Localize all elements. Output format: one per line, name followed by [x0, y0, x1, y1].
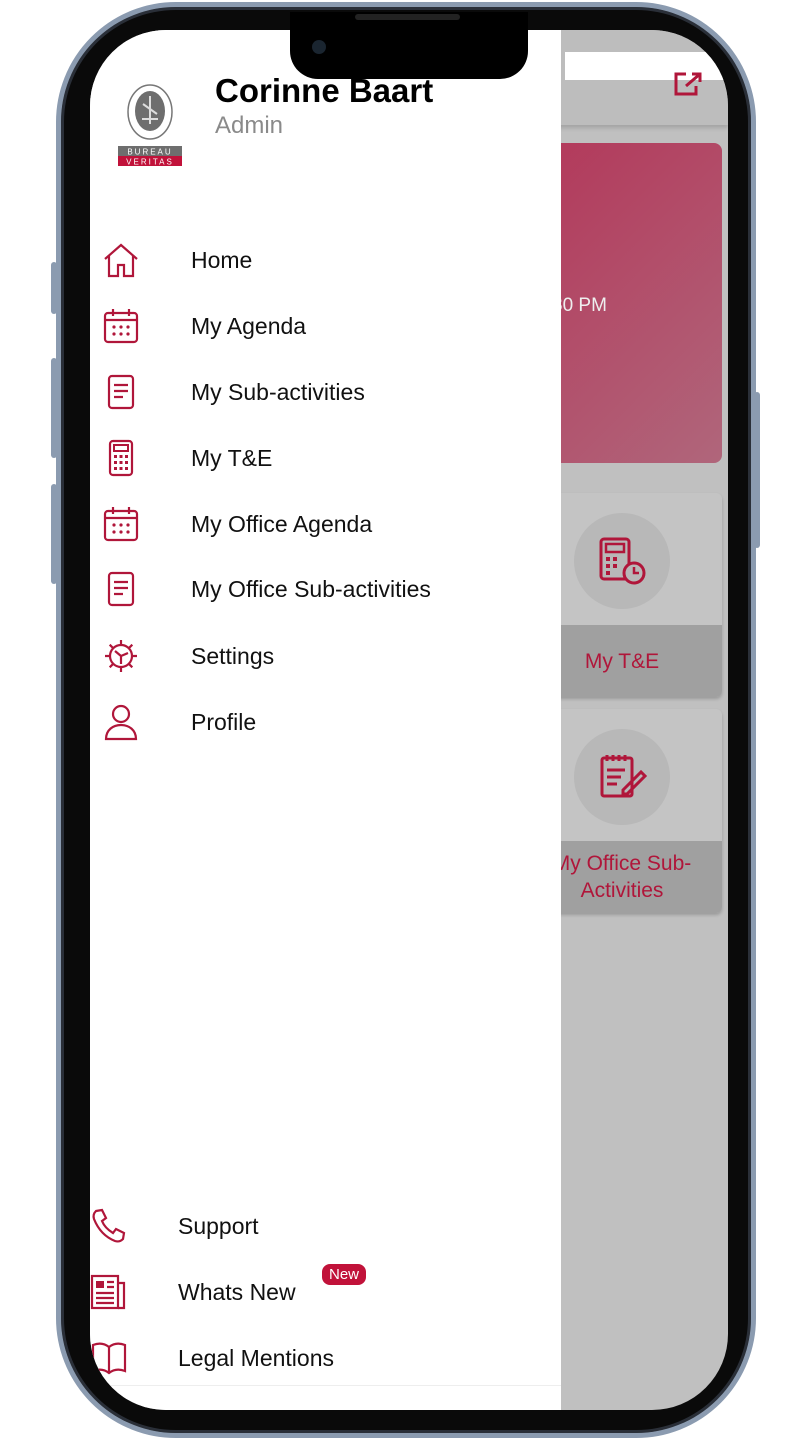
book-icon	[90, 1339, 128, 1377]
phone-volume-down	[51, 484, 57, 584]
logout-icon[interactable]	[672, 70, 704, 98]
phone-camera	[312, 40, 326, 54]
document-icon	[102, 373, 140, 411]
menu-item-my-agenda[interactable]: My Agenda	[90, 296, 561, 356]
calculator-icon	[102, 439, 140, 477]
newspaper-icon	[90, 1273, 128, 1311]
navigation-drawer: BUREAU VERITAS Corinne Baart Admin Home …	[90, 30, 561, 1410]
phone-icon	[90, 1207, 128, 1245]
home-icon	[102, 241, 140, 279]
phone-mute-switch	[51, 262, 57, 314]
calendar-icon	[102, 307, 140, 345]
menu-item-my-sub-activities[interactable]: My Sub-activities	[90, 362, 561, 422]
phone-speaker	[355, 14, 460, 20]
menu-item-legal-mentions[interactable]: Legal Mentions	[90, 1328, 561, 1388]
menu-item-label: Settings	[191, 642, 275, 669]
bureau-veritas-logo: BUREAU VERITAS	[118, 84, 182, 167]
svg-text:BUREAU: BUREAU	[127, 148, 172, 157]
menu-item-label: My Office Sub-activities	[191, 575, 431, 602]
menu-item-label: Profile	[191, 708, 257, 735]
menu-item-label: My Office Agenda	[191, 510, 373, 537]
menu-item-label: Legal Mentions	[178, 1344, 334, 1371]
menu-item-label: My Agenda	[191, 312, 307, 339]
menu-item-settings[interactable]: Settings	[90, 626, 561, 686]
user-role: Admin	[215, 112, 284, 139]
document-icon	[102, 570, 140, 608]
menu-item-label: Whats New	[178, 1278, 296, 1305]
menu-item-my-office-agenda[interactable]: My Office Agenda	[90, 494, 561, 554]
gear-icon	[102, 637, 140, 675]
notepad-pen-icon	[600, 755, 647, 798]
menu-item-home[interactable]: Home	[90, 230, 561, 290]
menu-item-my-te[interactable]: My T&E	[90, 428, 561, 488]
menu-item-label: My T&E	[191, 444, 273, 471]
menu-item-support[interactable]: Support	[90, 1196, 561, 1256]
divider	[90, 1385, 561, 1386]
screen: 30 PM My T&E My Office Sub-Activities BU…	[90, 30, 728, 1410]
calendar-icon	[102, 505, 140, 543]
menu-item-label: My Sub-activities	[191, 378, 365, 405]
menu-item-label: Home	[191, 246, 253, 273]
user-icon	[102, 703, 140, 741]
menu-item-label: Support	[178, 1212, 259, 1239]
new-badge: New	[322, 1264, 367, 1285]
menu-item-my-office-sub-activities[interactable]: My Office Sub-activities	[90, 559, 561, 619]
svg-text:VERITAS: VERITAS	[126, 158, 174, 167]
phone-volume-up	[51, 358, 57, 458]
menu-item-profile[interactable]: Profile	[90, 692, 561, 752]
calculator-clock-icon	[599, 537, 646, 585]
phone-power-button	[754, 392, 760, 548]
